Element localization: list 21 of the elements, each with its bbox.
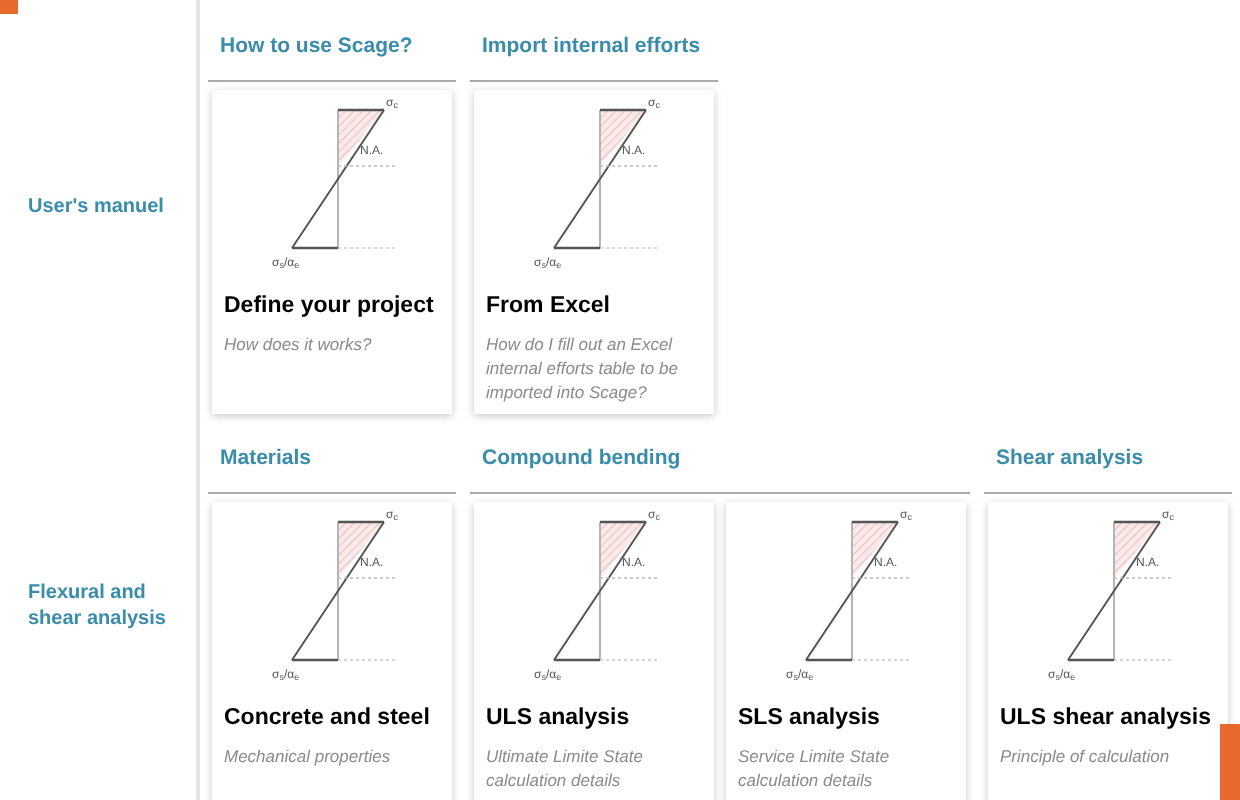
- group-title: Compound bending: [482, 446, 681, 470]
- group-title: Materials: [220, 446, 312, 470]
- group-title: How to use Scage?: [220, 34, 413, 58]
- card-description: Service Limite State calculation details: [738, 744, 892, 793]
- card-title: ULS analysis: [486, 704, 632, 734]
- card-description: Mechanical properties: [224, 744, 393, 769]
- card-description: How does it works?: [224, 332, 374, 357]
- card-title: Concrete and steel: [224, 704, 432, 734]
- card-description: How do I fill out an Excel internal efforts table to be imported into Scage?: [486, 332, 680, 405]
- card-title: Define your project: [224, 292, 436, 322]
- card-title: From Excel: [486, 292, 612, 322]
- card-description: Principle of calculation: [1000, 744, 1172, 769]
- group-title: Import internal efforts: [482, 34, 701, 58]
- section-title: User's manuel: [28, 193, 166, 219]
- edge-marker: [1220, 724, 1240, 800]
- group-title: Shear analysis: [996, 446, 1144, 470]
- card-title: ULS shear analysis: [1000, 704, 1213, 734]
- section-title: Flexural and shear analysis: [28, 580, 168, 632]
- corner-marker: [0, 0, 18, 14]
- card-title: SLS analysis: [738, 704, 882, 734]
- card-description: Ultimate Limite State calculation details: [486, 744, 645, 793]
